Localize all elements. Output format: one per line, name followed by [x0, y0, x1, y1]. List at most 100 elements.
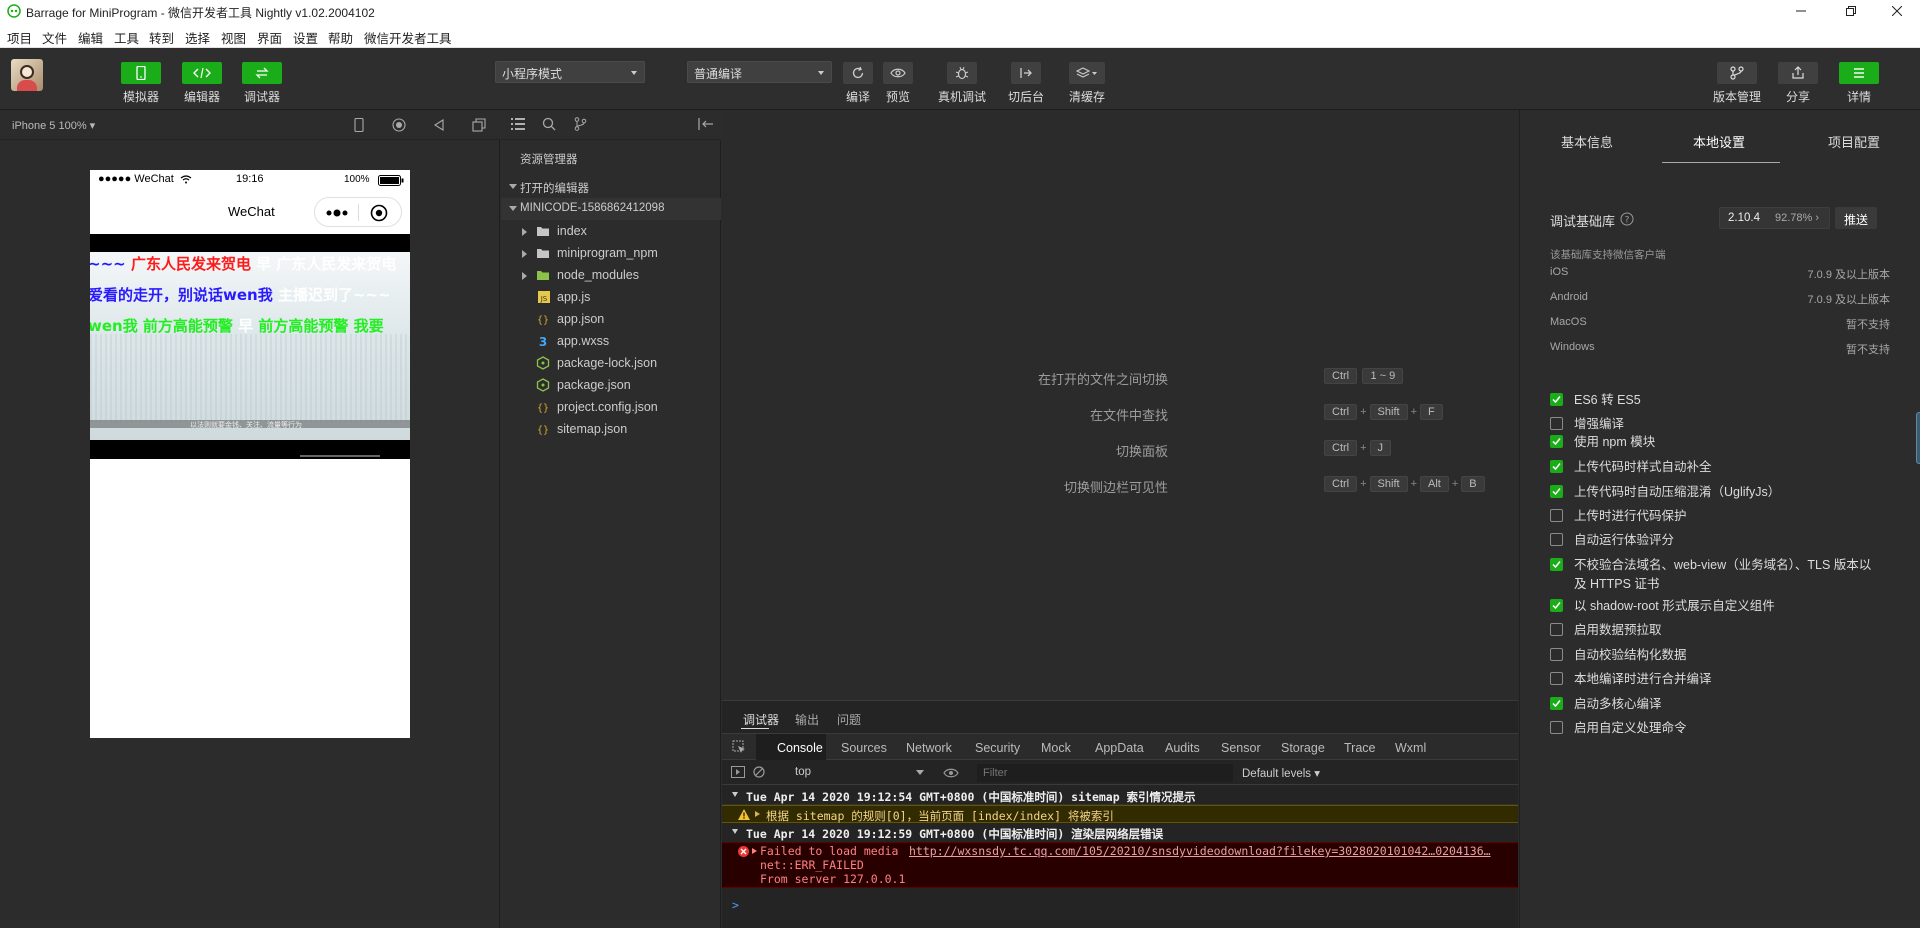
option-npm[interactable]: 使用 npm 模块 [1550, 433, 1910, 453]
lib-version-select[interactable]: 2.10.4 92.78% › [1719, 207, 1830, 229]
tab-debugger[interactable]: 调试器 [743, 711, 779, 728]
side-handle[interactable] [1916, 412, 1920, 464]
avatar[interactable] [11, 59, 43, 91]
checkbox-checked[interactable] [1550, 697, 1563, 710]
tab-output[interactable]: 输出 [795, 711, 819, 728]
option-auto-audit[interactable]: 自动运行体验评分 [1550, 531, 1910, 551]
list-icon[interactable] [511, 118, 525, 130]
menu-item[interactable]: 界面 [257, 28, 282, 47]
tree-file-package-lock-json[interactable]: package-lock.json [501, 352, 721, 374]
help-icon[interactable]: ? [1620, 212, 1634, 226]
tab-project-config[interactable]: 项目配置 [1828, 132, 1880, 151]
tab-sources[interactable]: Sources [841, 741, 887, 755]
menu-item[interactable]: 文件 [42, 28, 67, 47]
tab-audits[interactable]: Audits [1165, 741, 1200, 755]
tab-trace[interactable]: Trace [1344, 741, 1376, 755]
sidebar-toggle-icon[interactable] [731, 766, 745, 778]
menu-item[interactable]: 工具 [114, 28, 139, 47]
simulator-toggle-button[interactable] [121, 62, 161, 84]
mode-select[interactable]: 小程序模式 [495, 61, 645, 83]
tree-file-package-json[interactable]: package.json [501, 374, 721, 396]
option-structured-data[interactable]: 自动校验结构化数据 [1550, 646, 1910, 666]
phone-screen[interactable]: ●●●●● WeChat 19:16 100% WeChat ~~~ 广东人民发… [90, 170, 410, 738]
option-prefetch[interactable]: 启用数据预拉取 [1550, 621, 1910, 641]
phone-icon[interactable] [354, 118, 364, 132]
tab-local-settings[interactable]: 本地设置 [1693, 132, 1745, 151]
editor-toggle-button[interactable] [182, 62, 222, 84]
log-warning-row[interactable]: 根据 sitemap 的规则[0]，当前页面 [index/index] 将被索… [722, 805, 1518, 823]
tree-folder-index[interactable]: index [501, 220, 721, 242]
video-progress[interactable] [300, 455, 380, 457]
clear-cache-button[interactable] [1069, 62, 1105, 84]
compile-select[interactable]: 普通编译 [687, 61, 832, 83]
option-es6[interactable]: ES6 转 ES5 [1550, 391, 1910, 411]
log-group-header[interactable]: Tue Apr 14 2020 19:12:59 GMT+0800 (中国标准时… [722, 824, 1518, 842]
context-select[interactable]: top [795, 766, 811, 778]
eye-icon[interactable] [943, 767, 959, 779]
share-button[interactable] [1778, 62, 1818, 84]
menu-item[interactable]: 微信开发者工具 [364, 28, 452, 47]
checkbox-unchecked[interactable] [1550, 721, 1563, 734]
tab-basic-info[interactable]: 基本信息 [1561, 132, 1613, 151]
option-merge-compile[interactable]: 本地编译时进行合并编译 [1550, 670, 1910, 690]
capsule-button[interactable] [314, 197, 402, 227]
menu-item[interactable]: 选择 [185, 28, 210, 47]
menu-item[interactable]: 转到 [149, 28, 174, 47]
option-shadow-root[interactable]: 以 shadow-root 形式展示自定义组件 [1550, 597, 1910, 617]
checkbox-checked[interactable] [1550, 435, 1563, 448]
git-branch-icon[interactable] [573, 117, 587, 131]
option-custom-command[interactable]: 启用自定义处理命令 [1550, 719, 1910, 739]
project-section[interactable]: MINICODE-1586862412098 [501, 198, 721, 220]
tree-file-sitemap-json[interactable]: {} sitemap.json [501, 418, 721, 440]
volume-icon[interactable] [432, 118, 446, 132]
close-miniprogram-icon[interactable] [370, 204, 388, 222]
checkbox-unchecked[interactable] [1550, 509, 1563, 522]
collapse-sidebar-icon[interactable] [698, 118, 714, 130]
menu-item[interactable]: 视图 [221, 28, 246, 47]
inspect-icon[interactable] [732, 740, 746, 754]
minimize-button[interactable] [1778, 0, 1824, 22]
open-editors-section[interactable]: 打开的编辑器 [501, 176, 721, 198]
background-button[interactable] [1011, 62, 1041, 84]
option-style-autoprefix[interactable]: 上传代码时样式自动补全 [1550, 458, 1910, 478]
checkbox-unchecked[interactable] [1550, 417, 1563, 430]
record-icon[interactable] [392, 118, 406, 132]
menu-item[interactable]: 帮助 [328, 28, 353, 47]
tree-file-app-wxss[interactable]: 3 app.wxss [501, 330, 721, 352]
option-multi-core[interactable]: 启动多核心编译 [1550, 695, 1910, 715]
console-filter-input[interactable] [977, 764, 1233, 782]
compile-button[interactable] [843, 62, 873, 84]
clear-console-icon[interactable] [753, 766, 765, 778]
tab-network[interactable]: Network [906, 741, 952, 755]
option-skip-domain-check[interactable]: 不校验合法域名、web-view（业务域名）、TLS 版本以及 HTTPS 证书 [1550, 556, 1910, 596]
tab-sensor[interactable]: Sensor [1221, 741, 1261, 755]
preview-button[interactable] [883, 62, 913, 84]
checkbox-unchecked[interactable] [1550, 533, 1563, 546]
log-error-row[interactable]: Failed to load media http://wxsnsdy.tc.q… [722, 842, 1518, 888]
tab-wxml[interactable]: Wxml [1395, 741, 1426, 755]
device-select[interactable]: iPhone 5 100% ▾ [12, 119, 95, 132]
tab-storage[interactable]: Storage [1281, 741, 1325, 755]
tree-folder-node-modules[interactable]: node_modules [501, 264, 721, 286]
option-enhance-compile[interactable]: 增强编译 [1550, 415, 1910, 435]
checkbox-checked[interactable] [1550, 485, 1563, 498]
console-prompt[interactable]: > [732, 898, 739, 912]
checkbox-checked[interactable] [1550, 460, 1563, 473]
menu-item[interactable]: 编辑 [78, 28, 103, 47]
menu-item[interactable]: 项目 [7, 28, 32, 47]
new-window-icon[interactable] [472, 118, 486, 132]
tree-file-app-json[interactable]: {} app.json [501, 308, 721, 330]
debugger-toggle-button[interactable] [242, 62, 282, 84]
checkbox-unchecked[interactable] [1550, 623, 1563, 636]
log-group-header[interactable]: Tue Apr 14 2020 19:12:54 GMT+0800 (中国标准时… [722, 787, 1518, 805]
tree-file-app-js[interactable]: JS app.js [501, 286, 721, 308]
video-player[interactable]: ~~~ 广东人民发来贺电 早 广东人民发来贺电 爱看的走开，别说话wen我 主播… [90, 234, 410, 459]
checkbox-unchecked[interactable] [1550, 648, 1563, 661]
option-code-protect[interactable]: 上传时进行代码保护 [1550, 507, 1910, 527]
tab-problems[interactable]: 问题 [837, 711, 861, 728]
tab-console[interactable]: Console [777, 741, 823, 755]
checkbox-unchecked[interactable] [1550, 672, 1563, 685]
version-button[interactable] [1717, 62, 1757, 84]
tree-file-project-config-json[interactable]: {} project.config.json [501, 396, 721, 418]
option-uglify[interactable]: 上传代码时自动压缩混淆（UglifyJs） [1550, 483, 1910, 503]
